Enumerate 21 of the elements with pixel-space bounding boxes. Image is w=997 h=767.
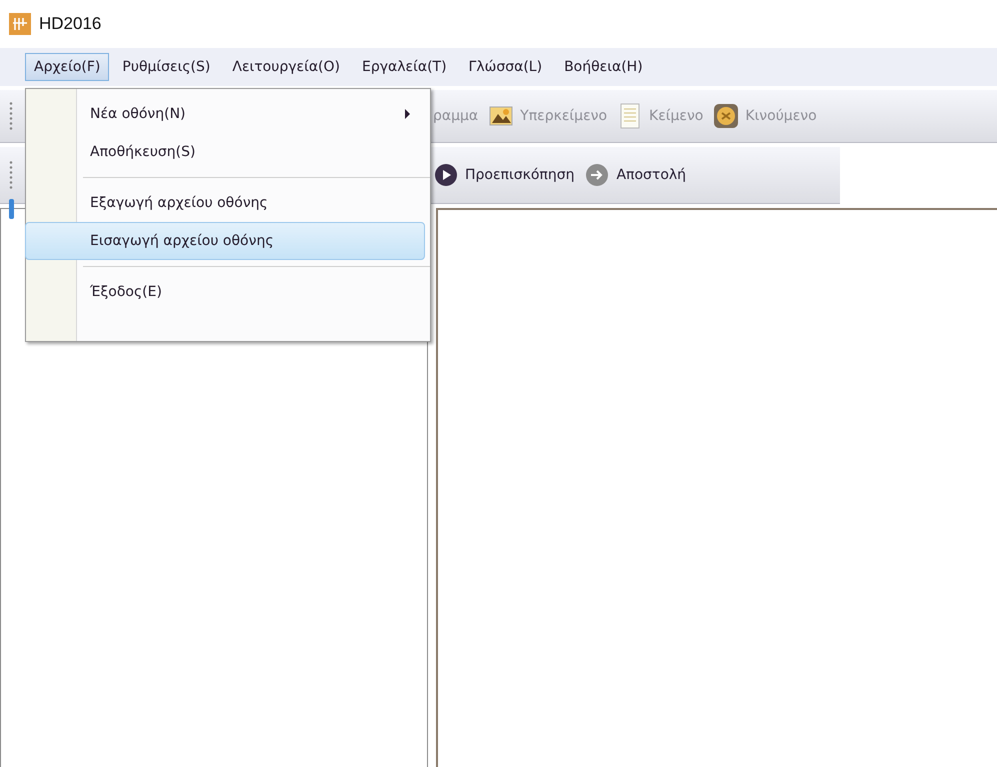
- menu-item[interactable]: Ρυθμίσεις(S): [113, 53, 220, 81]
- film-icon: [713, 103, 740, 129]
- toolbar-button[interactable]: Αποστολή: [584, 162, 686, 188]
- menu-item[interactable]: Γλώσσα(L): [460, 53, 552, 81]
- menu-item[interactable]: Λειτουργεία(O): [223, 53, 349, 81]
- menu-item[interactable]: Αρχείο(F): [25, 53, 110, 81]
- menu-item[interactable]: Εισαγωγή αρχείου οθόνης: [25, 222, 425, 260]
- toolbar-button[interactable]: Προεπισκόπηση: [433, 162, 574, 188]
- panel-tab[interactable]: [9, 199, 14, 219]
- menu-item[interactable]: Αποθήκευση(S): [25, 133, 425, 171]
- play-icon: [433, 162, 459, 188]
- menu-item[interactable]: Βοήθεια(H): [555, 53, 652, 81]
- menu-item[interactable]: Νέα οθόνη(N): [25, 95, 425, 133]
- app-logo-icon: [9, 13, 31, 35]
- menu-item[interactable]: Εργαλεία(T): [353, 53, 456, 81]
- grip-handle[interactable]: [9, 160, 13, 190]
- grip-handle[interactable]: [9, 101, 13, 131]
- window-title: HD2016: [39, 14, 102, 34]
- menu-item[interactable]: Έξοδος(E): [25, 273, 425, 311]
- arrow-right-icon: [584, 162, 610, 188]
- menu-item[interactable]: Εξαγωγή αρχείου οθόνης: [25, 184, 425, 222]
